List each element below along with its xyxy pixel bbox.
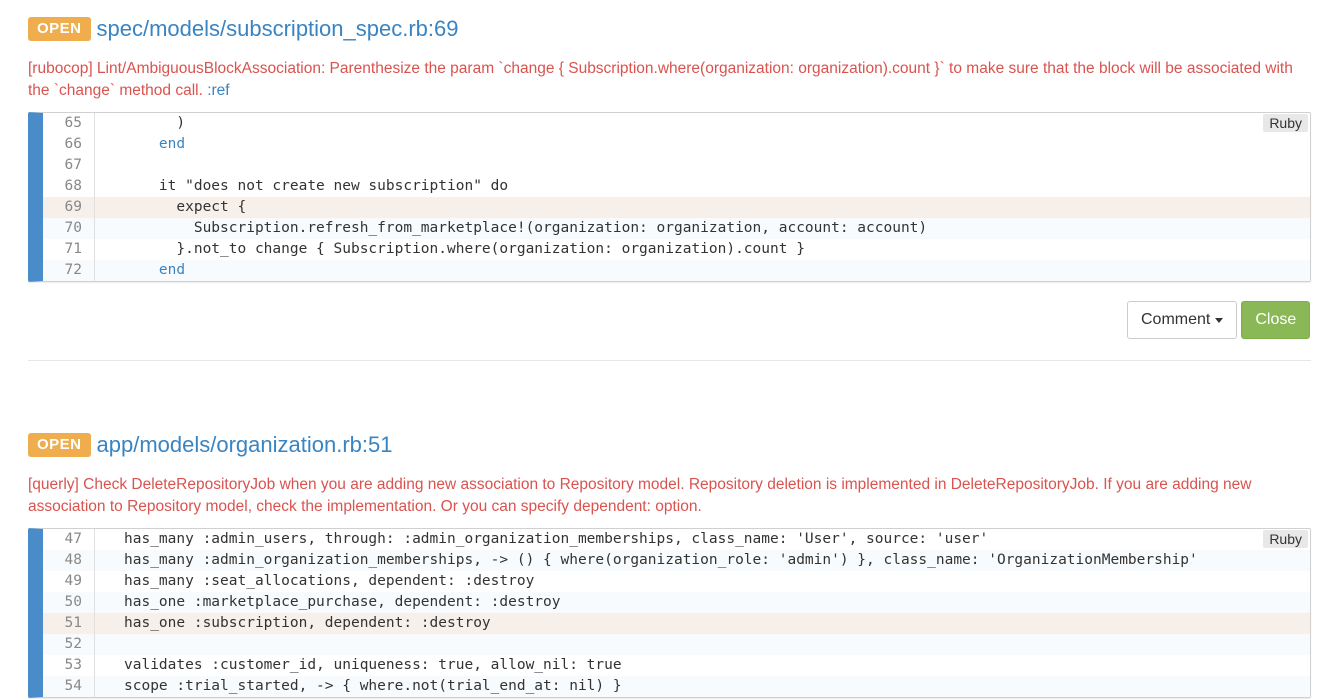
line-number: 69 bbox=[43, 197, 95, 218]
line-number: 50 bbox=[43, 592, 95, 613]
line-code: }.not_to change { Subscription.where(org… bbox=[124, 241, 805, 257]
status-badge: OPEN bbox=[28, 17, 91, 41]
code-line: 68 it "does not create new subscription"… bbox=[43, 176, 1310, 197]
ref-link[interactable]: :ref bbox=[207, 82, 229, 99]
line-code: has_many :admin_users, through: :admin_o… bbox=[124, 531, 989, 547]
line-number: 54 bbox=[43, 676, 95, 697]
issue-actions: Comment Close bbox=[1127, 301, 1311, 339]
code-line: 66 end bbox=[43, 134, 1310, 155]
status-badge: OPEN bbox=[28, 433, 91, 457]
line-number: 72 bbox=[43, 260, 95, 281]
line-code: end bbox=[124, 136, 186, 152]
file-link[interactable]: spec/models/subscription_spec.rb:69 bbox=[97, 16, 459, 42]
code-line: 53 validates :customer_id, uniqueness: t… bbox=[43, 655, 1310, 676]
line-number: 70 bbox=[43, 218, 95, 239]
line-code: end bbox=[124, 262, 186, 278]
line-number: 52 bbox=[43, 634, 95, 655]
language-tag: Ruby bbox=[1263, 530, 1308, 548]
line-code: ) bbox=[124, 115, 186, 131]
code-line: 72 end bbox=[43, 260, 1310, 281]
issue-message: [querly] Check DeleteRepositoryJob when … bbox=[28, 476, 1252, 515]
code-line: 54 scope :trial_started, -> { where.not(… bbox=[43, 676, 1310, 697]
code-line: 49 has_many :seat_allocations, dependent… bbox=[43, 571, 1310, 592]
code-snippet: Ruby 65 ) 66 end 67 68 it "does not crea… bbox=[28, 112, 1311, 282]
code-line: 48 has_many :admin_organization_membersh… bbox=[43, 550, 1310, 571]
line-number: 51 bbox=[43, 613, 95, 634]
issue-message: [rubocop] Lint/AmbiguousBlockAssociation… bbox=[28, 58, 1311, 102]
line-code: Subscription.refresh_from_marketplace!(o… bbox=[124, 220, 928, 236]
line-number: 68 bbox=[43, 176, 95, 197]
issue-card: OPEN spec/models/subscription_spec.rb:69… bbox=[28, 14, 1311, 282]
code-line-highlighted: 51 has_one :subscription, dependent: :de… bbox=[43, 613, 1310, 634]
code-snippet: Ruby 47 has_many :admin_users, through: … bbox=[28, 528, 1311, 698]
line-number: 49 bbox=[43, 571, 95, 592]
line-number: 53 bbox=[43, 655, 95, 676]
line-number: 67 bbox=[43, 155, 95, 176]
line-number: 47 bbox=[43, 529, 95, 550]
code-line-highlighted: 69 expect { bbox=[43, 197, 1310, 218]
line-code: scope :trial_started, -> { where.not(tri… bbox=[124, 678, 622, 694]
issue-card: OPEN app/models/organization.rb:51 [quer… bbox=[28, 430, 1311, 698]
code-line: 67 bbox=[43, 155, 1310, 176]
line-number: 71 bbox=[43, 239, 95, 260]
close-button[interactable]: Close bbox=[1241, 301, 1311, 339]
comment-label: Comment bbox=[1141, 311, 1211, 328]
language-tag: Ruby bbox=[1263, 114, 1308, 132]
line-code: it "does not create new subscription" do bbox=[124, 178, 509, 194]
line-number: 66 bbox=[43, 134, 95, 155]
comment-dropdown-button[interactable]: Comment bbox=[1127, 301, 1238, 339]
issue-header: OPEN spec/models/subscription_spec.rb:69 bbox=[28, 14, 1311, 44]
caret-down-icon bbox=[1215, 317, 1224, 323]
line-code: has_one :subscription, dependent: :destr… bbox=[124, 615, 491, 631]
line-number: 65 bbox=[43, 113, 95, 134]
line-code: expect { bbox=[124, 199, 247, 215]
line-number: 48 bbox=[43, 550, 95, 571]
line-code: has_many :seat_allocations, dependent: :… bbox=[124, 573, 535, 589]
divider bbox=[28, 360, 1311, 361]
file-link[interactable]: app/models/organization.rb:51 bbox=[97, 432, 393, 458]
code-line: 70 Subscription.refresh_from_marketplace… bbox=[43, 218, 1310, 239]
line-code: has_many :admin_organization_memberships… bbox=[124, 552, 1198, 568]
line-code: has_one :marketplace_purchase, dependent… bbox=[124, 594, 561, 610]
line-code: validates :customer_id, uniqueness: true… bbox=[124, 657, 622, 673]
code-line: 71 }.not_to change { Subscription.where(… bbox=[43, 239, 1310, 260]
code-line: 65 ) bbox=[43, 113, 1310, 134]
code-line: 47 has_many :admin_users, through: :admi… bbox=[43, 529, 1310, 550]
code-line: 52 bbox=[43, 634, 1310, 655]
issue-header: OPEN app/models/organization.rb:51 bbox=[28, 430, 1311, 460]
code-line: 50 has_one :marketplace_purchase, depend… bbox=[43, 592, 1310, 613]
